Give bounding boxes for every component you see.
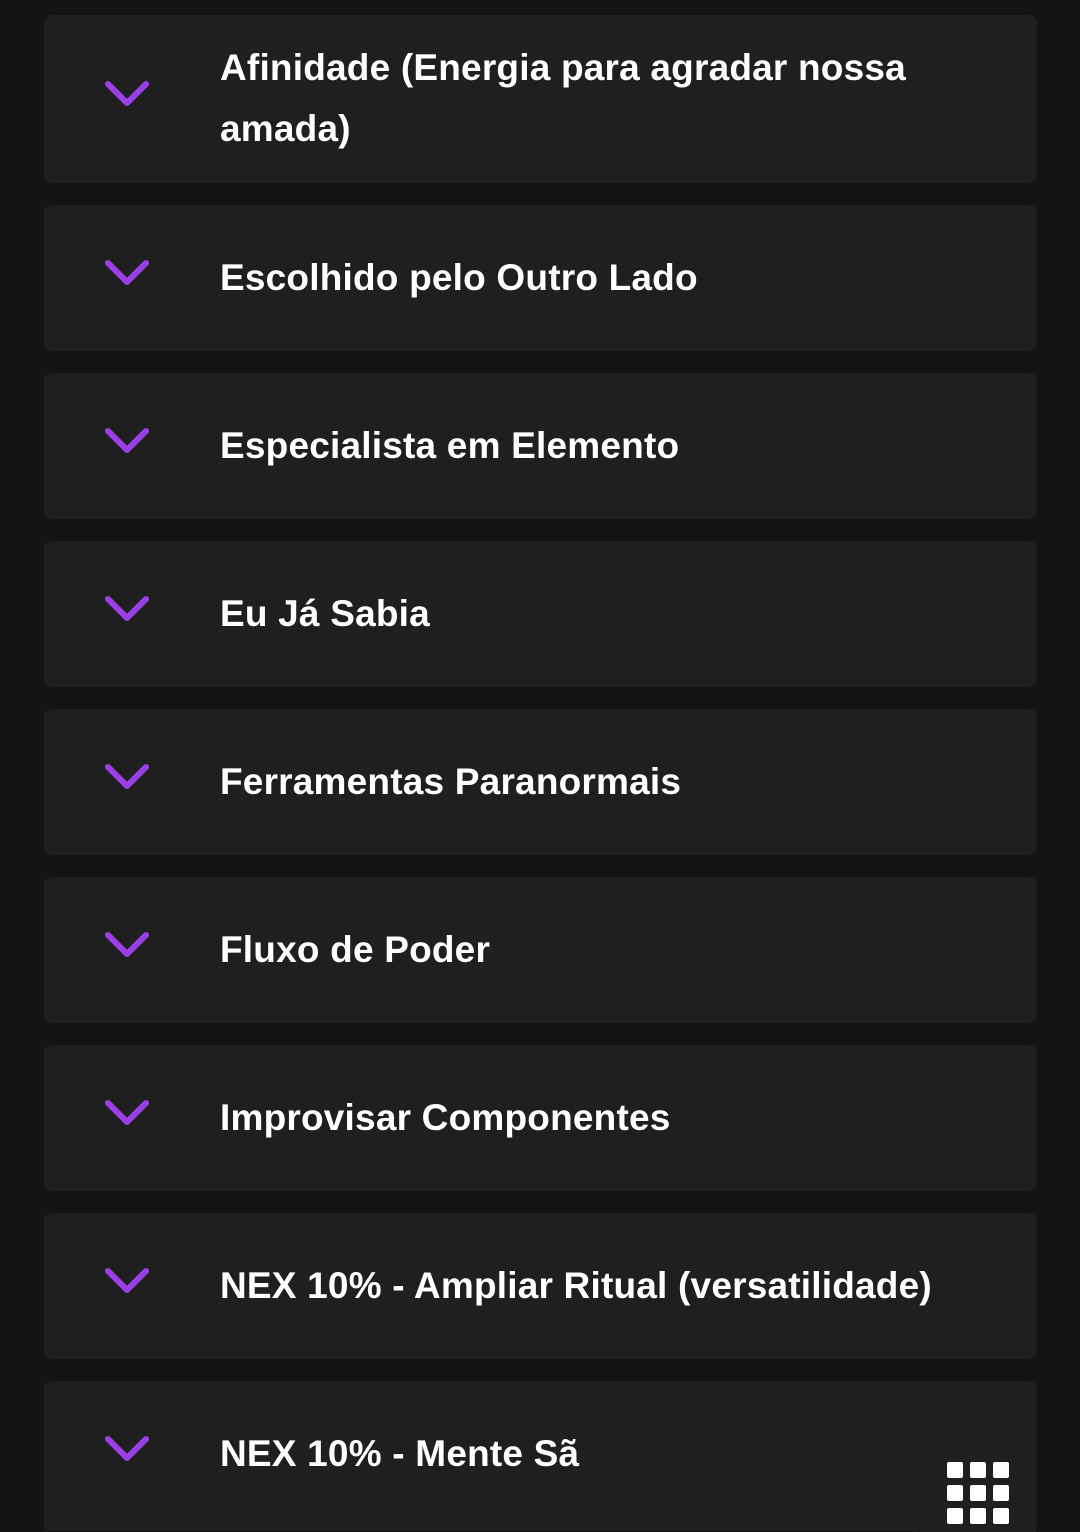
accordion-item-title: Improvisar Componentes [220, 1097, 671, 1138]
chevron-down-icon[interactable] [104, 1266, 150, 1296]
accordion-item-improvisar[interactable]: Improvisar Componentes [44, 1045, 1037, 1191]
chevron-down-icon[interactable] [104, 258, 150, 288]
accordion-item-title: Especialista em Elemento [220, 425, 680, 466]
accordion-item-title: Eu Já Sabia [220, 593, 430, 634]
accordion-item-mente-sa[interactable]: NEX 10% - Mente Sã [44, 1381, 1037, 1531]
accordion-item-fluxo[interactable]: Fluxo de Poder [44, 877, 1037, 1023]
chevron-down-icon[interactable] [104, 762, 150, 792]
accordion-item-title: Ferramentas Paranormais [220, 761, 682, 802]
chevron-down-icon[interactable] [104, 79, 150, 109]
accordion-item-title: Fluxo de Poder [220, 929, 491, 970]
accordion-item-eu-ja-sabia[interactable]: Eu Já Sabia [44, 541, 1037, 687]
accordion-item-especialista[interactable]: Especialista em Elemento [44, 373, 1037, 519]
accordion-item-escolhido[interactable]: Escolhido pelo Outro Lado [44, 205, 1037, 351]
accordion-list: Afinidade (Energia para agradar nossa am… [44, 15, 1037, 1531]
chevron-down-icon[interactable] [104, 426, 150, 456]
accordion-item-title: NEX 10% - Mente Sã [220, 1433, 580, 1474]
accordion-item-title: NEX 10% - Ampliar Ritual (versatilidade) [220, 1265, 932, 1306]
chevron-down-icon[interactable] [104, 594, 150, 624]
chevron-down-icon[interactable] [104, 930, 150, 960]
chevron-down-icon[interactable] [104, 1098, 150, 1128]
grid-menu-button[interactable] [918, 1436, 1036, 1532]
accordion-item-afinidade[interactable]: Afinidade (Energia para agradar nossa am… [44, 15, 1037, 183]
accordion-item-ferramentas[interactable]: Ferramentas Paranormais [44, 709, 1037, 855]
chevron-down-icon[interactable] [104, 1434, 150, 1464]
grid-menu-icon [947, 1462, 1009, 1524]
page: Afinidade (Energia para agradar nossa am… [0, 0, 1080, 1532]
accordion-item-title: Afinidade (Energia para agradar nossa am… [220, 47, 906, 149]
accordion-item-title: Escolhido pelo Outro Lado [220, 257, 698, 298]
accordion-item-ampliar-ritual[interactable]: NEX 10% - Ampliar Ritual (versatilidade) [44, 1213, 1037, 1359]
